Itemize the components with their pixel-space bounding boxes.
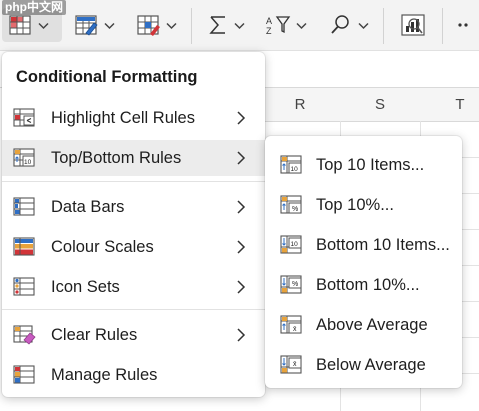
submenu-item-label: Bottom 10 Items... — [316, 235, 450, 254]
badge-text: 10 — [291, 166, 299, 173]
ellipsis-icon — [458, 23, 468, 27]
column-header-s[interactable]: S — [340, 88, 421, 122]
chevron-right-icon — [237, 240, 246, 254]
data-bars-icon — [13, 197, 35, 216]
submenu-item-top-10-items[interactable]: 10 Top 10 Items... — [265, 145, 462, 185]
manage-rules-icon — [13, 365, 35, 384]
menu-item-label: Data Bars — [51, 197, 125, 216]
badge-text: % — [292, 281, 298, 288]
submenu-item-top-10-percent[interactable]: % Top 10%... — [265, 185, 462, 225]
submenu-item-label: Bottom 10%... — [316, 275, 420, 294]
bottom-10-percent-icon: % — [280, 275, 302, 294]
submenu-item-below-average[interactable]: x̄ Below Average — [265, 345, 462, 385]
svg-text:A: A — [266, 16, 272, 26]
icon-sets-icon — [13, 277, 35, 296]
menu-item-clear-rules[interactable]: Clear Rules — [2, 317, 265, 353]
chevron-down-icon — [296, 22, 307, 29]
svg-text:Z: Z — [266, 26, 272, 36]
colour-scales-icon — [13, 237, 35, 256]
chevron-right-icon — [237, 328, 246, 342]
menu-item-top-bottom-rules[interactable]: 10 Top/Bottom Rules — [2, 140, 265, 176]
chevron-right-icon — [237, 200, 246, 214]
svg-text:10: 10 — [24, 159, 32, 166]
chevron-down-icon — [104, 22, 115, 29]
top-bottom-rules-submenu: 10 Top 10 Items... % Top 10%... 10 Botto… — [265, 136, 462, 388]
ribbon-toolbar: php中文网 A Z — [0, 0, 479, 51]
menu-item-highlight-cell-rules[interactable]: Highlight Cell Rules — [2, 100, 265, 136]
menu-item-label: Manage Rules — [51, 365, 158, 384]
submenu-item-bottom-10-percent[interactable]: % Bottom 10%... — [265, 265, 462, 305]
submenu-item-label: Top 10%... — [316, 195, 394, 214]
badge-text: x̄ — [293, 361, 297, 368]
sigma-icon — [209, 16, 225, 34]
ribbon-separator — [191, 8, 192, 44]
badge-text: x̄ — [293, 326, 297, 333]
chevron-down-icon — [234, 22, 245, 29]
submenu-item-label: Below Average — [316, 355, 426, 374]
chevron-right-icon — [237, 280, 246, 294]
format-as-table-button[interactable] — [72, 8, 124, 42]
below-average-icon: x̄ — [280, 355, 302, 374]
watermark-logo: php中文网 — [2, 0, 66, 15]
column-header-r[interactable]: R — [260, 88, 341, 122]
menu-item-icon-sets[interactable]: Icon Sets — [2, 269, 265, 305]
sort-filter-button[interactable]: A Z — [264, 8, 316, 42]
menu-separator — [2, 309, 265, 310]
menu-item-label: Top/Bottom Rules — [51, 148, 182, 167]
badge-text: 10 — [291, 241, 299, 248]
above-average-icon: x̄ — [280, 315, 302, 334]
chevron-down-icon — [166, 22, 177, 29]
analyse-data-icon — [401, 14, 425, 36]
ribbon-separator — [383, 8, 384, 44]
cell-styles-icon — [137, 15, 160, 36]
menu-item-label: Icon Sets — [51, 277, 120, 296]
clear-rules-icon — [13, 325, 36, 345]
find-select-button[interactable] — [326, 8, 376, 42]
format-as-table-icon — [75, 15, 98, 36]
menu-title: Conditional Formatting — [16, 68, 198, 86]
conditional-formatting-menu: Conditional Formatting Highlight Cell Ru… — [2, 52, 265, 397]
chevron-right-icon — [237, 151, 246, 165]
top-10-items-icon: 10 — [280, 155, 302, 174]
cell-styles-button[interactable] — [134, 8, 186, 42]
conditional-formatting-icon — [9, 15, 31, 35]
top-10-percent-icon: % — [280, 195, 302, 214]
submenu-item-label: Top 10 Items... — [316, 155, 425, 174]
highlight-cell-rules-icon — [13, 108, 35, 127]
column-header-t[interactable]: T — [420, 88, 479, 122]
menu-item-label: Colour Scales — [51, 237, 154, 256]
submenu-item-label: Above Average — [316, 315, 428, 334]
menu-item-label: Clear Rules — [51, 325, 138, 344]
menu-item-label: Highlight Cell Rules — [51, 108, 195, 127]
magnifier-icon — [331, 15, 349, 34]
chevron-right-icon — [237, 111, 246, 125]
sort-filter-icon: A Z — [266, 16, 291, 36]
ribbon-separator — [442, 8, 443, 44]
chevron-down-icon — [358, 22, 369, 29]
menu-item-data-bars[interactable]: Data Bars — [2, 189, 265, 225]
autosum-button[interactable] — [204, 8, 252, 42]
bottom-10-items-icon: 10 — [280, 235, 302, 254]
menu-item-manage-rules[interactable]: Manage Rules — [2, 357, 265, 393]
more-options-button[interactable] — [454, 8, 476, 42]
submenu-item-bottom-10-items[interactable]: 10 Bottom 10 Items... — [265, 225, 462, 265]
menu-separator — [2, 181, 265, 182]
menu-item-colour-scales[interactable]: Colour Scales — [2, 229, 265, 265]
top-bottom-rules-icon: 10 — [13, 148, 35, 167]
badge-text: % — [292, 206, 298, 213]
chevron-down-icon — [38, 22, 49, 29]
analyse-data-button[interactable] — [396, 8, 430, 42]
submenu-item-above-average[interactable]: x̄ Above Average — [265, 305, 462, 345]
